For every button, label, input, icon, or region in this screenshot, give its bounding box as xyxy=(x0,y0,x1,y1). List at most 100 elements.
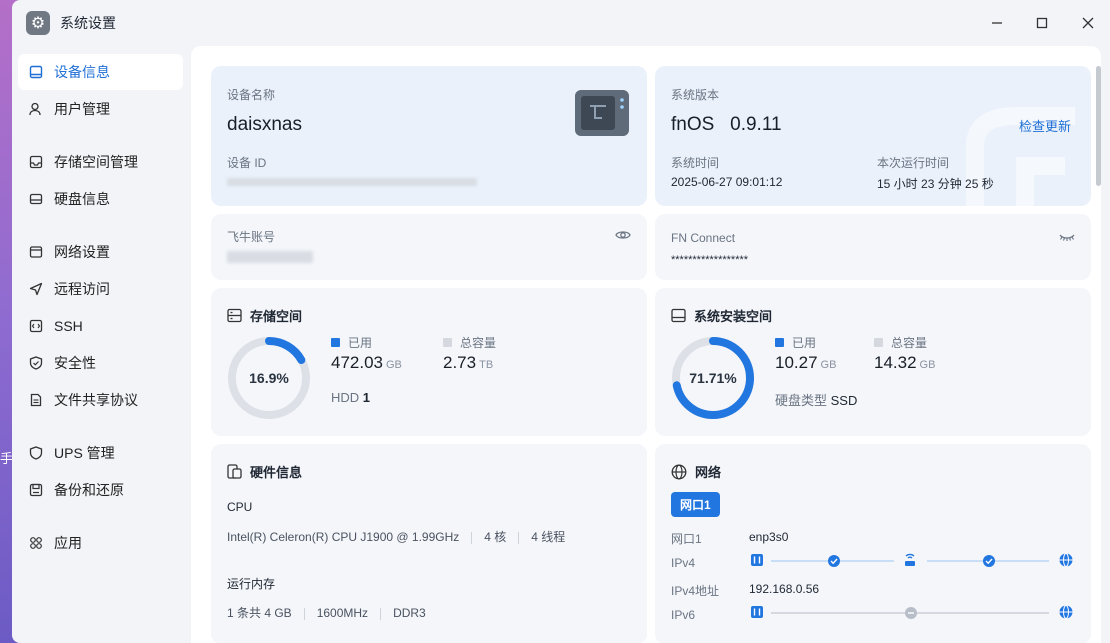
fnconnect-card: FN Connect ****************** xyxy=(655,214,1091,280)
close-button[interactable] xyxy=(1077,12,1099,34)
sidebar-item-hard-disk[interactable]: 硬盘信息 xyxy=(18,181,183,217)
storage-used-value: 472.03 GB xyxy=(331,353,402,372)
storage-icon xyxy=(227,308,242,323)
code-icon xyxy=(28,318,44,334)
close-icon xyxy=(1077,12,1099,34)
shield-icon xyxy=(28,355,44,371)
storage-total-value: 2.73 TB xyxy=(443,353,494,372)
minimize-icon xyxy=(986,12,1008,34)
account-label: 飞牛账号 xyxy=(227,230,276,244)
devices-icon xyxy=(227,464,242,479)
cpu-threads: 4 线程 xyxy=(531,530,566,544)
used-swatch xyxy=(775,338,784,347)
sidebar-item-label: 存储空间管理 xyxy=(54,154,138,170)
hard-disk-icon xyxy=(28,191,44,207)
system-time: 2025-06-27 09:01:12 xyxy=(671,175,783,189)
sidebar-item-label: 硬盘信息 xyxy=(54,191,110,207)
cpu-label: CPU xyxy=(227,500,253,514)
check-icon xyxy=(828,555,840,567)
account-redacted xyxy=(227,251,313,263)
internet-globe-icon xyxy=(1059,553,1073,567)
nas-device-icon xyxy=(573,88,631,143)
internet-globe-icon xyxy=(1059,605,1073,619)
storage-total-legend: 总容量 xyxy=(443,334,496,351)
sidebar-item-security[interactable]: 安全性 xyxy=(18,345,183,381)
check-update-link[interactable]: 检查更新 xyxy=(1019,116,1071,135)
cpu-details: Intel(R) Celeron(R) CPU J1900 @ 1.99GHz 4… xyxy=(227,528,565,545)
sidebar-item-label: 远程访问 xyxy=(54,281,110,297)
sidebar-item-ups[interactable]: UPS 管理 xyxy=(18,435,183,471)
sidebar-item-label: 用户管理 xyxy=(54,101,110,117)
sidebar-item-label: 备份和还原 xyxy=(54,482,124,498)
sidebar: 设备信息 用户管理 存储空间管理 硬盘信息 网络设置 远程访问 SSH 安全性 xyxy=(12,46,190,643)
sidebar-item-apps[interactable]: 应用 xyxy=(18,525,183,561)
main-content: 设备名称 daisxnas 设备 ID 系统版本 fnOS 0.9.11 检查更… xyxy=(191,46,1101,643)
mem-type: DDR3 xyxy=(393,606,426,620)
apps-icon xyxy=(28,535,44,551)
uptime-label: 本次运行时间 xyxy=(877,156,950,170)
network-icon xyxy=(28,244,44,260)
uptime-value: 15 小时 23 分钟 25 秒 xyxy=(877,177,994,191)
backup-icon xyxy=(28,482,44,498)
ipv4-address-label: IPv4地址 xyxy=(671,584,720,598)
system-version: fnOS 0.9.11 xyxy=(671,114,782,135)
device-name: daisxnas xyxy=(227,114,302,135)
sidebar-item-label: 设备信息 xyxy=(54,64,110,80)
sidebar-item-backup[interactable]: 备份和还原 xyxy=(18,472,183,508)
hardware-title: 硬件信息 xyxy=(227,462,302,481)
sidebar-item-label: 安全性 xyxy=(54,355,96,371)
ipv4-address: 192.168.0.56 xyxy=(749,582,820,596)
fnconnect-label: FN Connect xyxy=(671,231,736,245)
user-icon xyxy=(28,101,44,117)
system-disk-title: 系统安装空间 xyxy=(671,306,772,325)
system-disk-card: 系统安装空间 71.71% 已用 10.27 GB 总容量 14.32 GB 硬盘类… xyxy=(655,288,1091,436)
hardware-title-text: 硬件信息 xyxy=(250,465,303,480)
mem-freq: 1600MHz xyxy=(316,606,369,620)
ipv4-connectivity-diagram xyxy=(751,553,1073,567)
sysdisk-total-label: 总容量 xyxy=(891,336,928,350)
sidebar-item-label: SSH xyxy=(54,318,83,334)
device-id-label: 设备 ID xyxy=(227,156,267,170)
sidebar-item-label: 文件共享协议 xyxy=(54,392,138,408)
storage-title: 存储空间 xyxy=(227,306,302,325)
nas-icon xyxy=(751,606,763,618)
device-card: 设备名称 daisxnas 设备 ID xyxy=(211,66,647,206)
sysdisk-used-legend: 已用 xyxy=(775,334,816,351)
sysdisk-total-value: 14.32 GB xyxy=(874,353,936,372)
maximize-icon xyxy=(1031,12,1053,34)
scrollbar[interactable] xyxy=(1096,66,1101,186)
eye-icon[interactable] xyxy=(615,228,631,247)
hardware-card: 硬件信息 CPU Intel(R) Celeron(R) CPU J1900 @… xyxy=(211,444,647,643)
sysdisk-used-label: 已用 xyxy=(792,336,817,350)
minimize-button[interactable] xyxy=(986,12,1008,34)
ipv4-label: IPv4 xyxy=(671,556,696,570)
sidebar-item-users[interactable]: 用户管理 xyxy=(18,91,183,127)
sidebar-item-file-sharing[interactable]: 文件共享协议 xyxy=(18,382,183,418)
sidebar-item-ssh[interactable]: SSH xyxy=(18,308,183,344)
send-icon xyxy=(28,281,44,297)
sidebar-item-device-info[interactable]: 设备信息 xyxy=(18,54,183,90)
router-icon xyxy=(905,553,915,566)
memory-label: 运行内存 xyxy=(227,577,276,591)
system-card: 系统版本 fnOS 0.9.11 检查更新 系统时间 2025-06-27 09… xyxy=(655,66,1091,206)
system-disk-title-text: 系统安装空间 xyxy=(694,309,773,324)
ipv6-connectivity-diagram xyxy=(751,605,1073,619)
window-title: 系统设置 xyxy=(60,15,116,31)
storage-title-text: 存储空间 xyxy=(250,309,303,324)
sidebar-item-remote-access[interactable]: 远程访问 xyxy=(18,271,183,307)
system-version-label: 系统版本 xyxy=(671,88,720,102)
sidebar-item-storage[interactable]: 存储空间管理 xyxy=(18,144,183,180)
storage-icon xyxy=(28,154,44,170)
eye-closed-icon[interactable] xyxy=(1059,231,1075,249)
mem-slots: 1 条共 4 GB xyxy=(227,606,292,620)
sidebar-item-network[interactable]: 网络设置 xyxy=(18,234,183,270)
tab-port1[interactable]: 网口1 xyxy=(671,492,720,517)
storage-used-legend: 已用 xyxy=(331,334,372,351)
port-value: enp3s0 xyxy=(749,530,789,544)
device-id-redacted xyxy=(227,178,477,186)
check-icon xyxy=(983,555,995,567)
maximize-button[interactable] xyxy=(1031,12,1053,34)
hard-disk-icon xyxy=(671,308,686,323)
sysdisk-used-value: 10.27 GB xyxy=(775,353,837,372)
title-bar[interactable]: ⚙ 系统设置 xyxy=(12,0,1110,46)
